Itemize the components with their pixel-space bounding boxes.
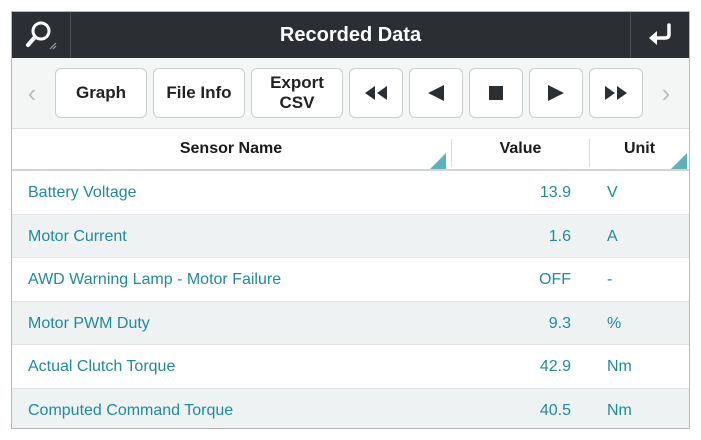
column-header-value-label: Value: [499, 140, 542, 157]
column-header-value[interactable]: Value: [452, 129, 589, 169]
export-csv-label-line2: CSV: [279, 93, 315, 112]
step-back-icon: [428, 85, 444, 101]
file-info-button-label: File Info: [166, 83, 232, 102]
chevron-right-icon: ›: [661, 77, 671, 108]
search-button[interactable]: [12, 12, 71, 58]
sensor-value-cell: 9.3: [548, 314, 571, 332]
table-row[interactable]: Battery Voltage 13.9 V: [12, 171, 689, 215]
sensor-unit-cell: Nm: [607, 401, 632, 419]
sensor-unit-cell: %: [607, 314, 622, 332]
sensor-name-cell: Actual Clutch Torque: [28, 358, 176, 375]
table-row[interactable]: AWD Warning Lamp - Motor Failure OFF -: [12, 258, 689, 302]
chevron-left-icon: ‹: [27, 77, 37, 108]
search-icon: [26, 21, 57, 50]
stop-icon: [489, 86, 503, 100]
table-header: Sensor Name Value Unit: [12, 128, 689, 171]
sensor-value-cell: OFF: [539, 271, 571, 288]
graph-button[interactable]: Graph: [55, 68, 147, 118]
rewind-icon: [365, 86, 387, 100]
back-button[interactable]: [630, 12, 689, 58]
recorded-data-screen: Recorded Data ‹ Graph File Info Export C…: [11, 11, 690, 429]
table-row[interactable]: Motor Current 1.6 A: [12, 214, 689, 258]
sensor-name-cell: Computed Command Torque: [28, 401, 234, 419]
fast-forward-icon: [605, 86, 627, 100]
sensor-unit-cell: A: [607, 227, 618, 245]
sensor-unit-cell: -: [607, 271, 613, 288]
stop-button[interactable]: [469, 68, 523, 118]
table-body: Battery Voltage 13.9 V Motor Current 1.6…: [12, 171, 689, 428]
sort-indicator-icon: [671, 153, 687, 169]
play-button[interactable]: [529, 68, 583, 118]
toolbar-scroll-right[interactable]: ›: [654, 68, 678, 118]
column-header-sensor-name[interactable]: Sensor Name: [12, 129, 450, 169]
export-csv-label-line1: Export: [270, 73, 324, 92]
sensor-name-cell: Motor PWM Duty: [28, 314, 150, 332]
column-header-unit-label: Unit: [623, 140, 656, 157]
export-csv-button[interactable]: Export CSV: [251, 68, 343, 118]
sensor-value-cell: 13.9: [539, 184, 571, 201]
sensor-value-cell: 40.5: [539, 401, 571, 419]
sensor-name-cell: Battery Voltage: [28, 184, 137, 201]
toolbar: ‹ Graph File Info Export CSV ›: [12, 58, 689, 128]
back-arrow-icon: [649, 23, 671, 45]
column-header-sensor-name-label: Sensor Name: [179, 140, 283, 157]
toolbar-scroll-left[interactable]: ‹: [20, 68, 44, 118]
table-row[interactable]: Computed Command Torque 40.5 Nm: [12, 388, 689, 428]
graph-button-label: Graph: [75, 83, 127, 102]
sensor-name-cell: Motor Current: [28, 227, 127, 245]
sensor-unit-cell: V: [607, 184, 618, 201]
fast-forward-button[interactable]: [589, 68, 643, 118]
sensor-value-cell: 42.9: [539, 358, 571, 375]
rewind-button[interactable]: [349, 68, 403, 118]
sensor-unit-cell: Nm: [607, 358, 632, 375]
sort-indicator-icon: [430, 153, 446, 169]
sensor-value-cell: 1.6: [548, 227, 571, 245]
table-row[interactable]: Actual Clutch Torque 42.9 Nm: [12, 345, 689, 389]
sensor-name-cell: AWD Warning Lamp - Motor Failure: [28, 271, 282, 288]
page-title: Recorded Data: [279, 24, 422, 46]
file-info-button[interactable]: File Info: [153, 68, 245, 118]
table-row[interactable]: Motor PWM Duty 9.3 %: [12, 301, 689, 345]
title-bar: Recorded Data: [12, 12, 689, 58]
step-back-button[interactable]: [409, 68, 463, 118]
play-icon: [548, 85, 564, 101]
